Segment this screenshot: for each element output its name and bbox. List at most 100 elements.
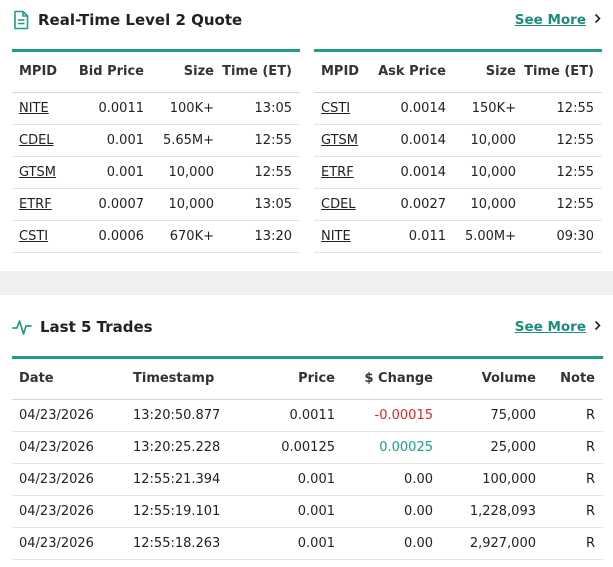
- table-row: 04/23/2026 12:55:19.101 0.001 0.00 1,228…: [12, 495, 603, 528]
- time-cell: 12:55: [524, 124, 602, 157]
- document-icon: [12, 10, 30, 30]
- trades-table: Date Timestamp Price $ Change Volume Not…: [12, 359, 603, 560]
- col-header-price: Price: [256, 359, 343, 400]
- date-cell: 04/23/2026: [12, 495, 126, 528]
- bid-table-wrapper: MPID Bid Price Size Time (ET) NITE 0.001…: [12, 49, 300, 253]
- table-row: 04/23/2026 13:20:25.228 0.00125 0.00025 …: [12, 431, 603, 464]
- size-cell: 5.65M+: [152, 124, 222, 157]
- ask-table: MPID Ask Price Size Time (ET) CSTI 0.001…: [314, 52, 602, 253]
- mpid-link[interactable]: ETRF: [321, 165, 354, 180]
- volume-cell: 25,000: [441, 431, 544, 464]
- table-row: ETRF 0.0007 10,000 13:05: [12, 188, 300, 221]
- date-cell: 04/23/2026: [12, 463, 126, 496]
- table-row: GTSM 0.001 10,000 12:55: [12, 156, 300, 189]
- bid-table-header: MPID Bid Price Size Time (ET): [12, 52, 300, 93]
- ask-price-cell: 0.0014: [374, 156, 454, 189]
- change-cell: 0.00: [343, 527, 441, 560]
- time-cell: 12:55: [524, 156, 602, 189]
- level2-header: Real-Time Level 2 Quote See More: [12, 8, 601, 32]
- timestamp-cell: 12:55:19.101: [126, 495, 256, 528]
- mpid-link[interactable]: CSTI: [321, 101, 350, 116]
- change-cell: -0.00015: [343, 399, 441, 432]
- volume-cell: 2,927,000: [441, 527, 544, 560]
- bid-table: MPID Bid Price Size Time (ET) NITE 0.001…: [12, 52, 300, 253]
- timestamp-cell: 12:55:18.263: [126, 527, 256, 560]
- note-cell: R: [544, 399, 603, 432]
- table-row: CDEL 0.001 5.65M+ 12:55: [12, 124, 300, 157]
- size-cell: 5.00M+: [454, 220, 524, 253]
- trades-table-header: Date Timestamp Price $ Change Volume Not…: [12, 359, 603, 400]
- mpid-link[interactable]: CDEL: [19, 133, 54, 148]
- time-cell: 12:55: [524, 92, 602, 125]
- volume-cell: 100,000: [441, 463, 544, 496]
- note-cell: R: [544, 527, 603, 560]
- table-row: NITE 0.011 5.00M+ 09:30: [314, 220, 602, 253]
- mpid-link[interactable]: ETRF: [19, 197, 52, 212]
- size-cell: 670K+: [152, 220, 222, 253]
- size-cell: 10,000: [152, 156, 222, 189]
- mpid-link[interactable]: CSTI: [19, 229, 48, 244]
- col-header-note: Note: [544, 359, 603, 400]
- mpid-link[interactable]: GTSM: [321, 133, 358, 148]
- level2-see-more-link[interactable]: See More: [515, 12, 601, 28]
- table-row: ETRF 0.0014 10,000 12:55: [314, 156, 602, 189]
- col-header-time: Time (ET): [524, 52, 602, 93]
- size-cell: 10,000: [454, 156, 524, 189]
- date-cell: 04/23/2026: [12, 399, 126, 432]
- time-cell: 12:55: [524, 188, 602, 221]
- price-cell: 0.0011: [256, 399, 343, 432]
- size-cell: 150K+: [454, 92, 524, 125]
- chevron-right-icon: [594, 13, 601, 28]
- col-header-size: Size: [454, 52, 524, 93]
- ask-table-wrapper: MPID Ask Price Size Time (ET) CSTI 0.001…: [314, 49, 602, 253]
- size-cell: 10,000: [454, 124, 524, 157]
- pulse-icon: [12, 318, 32, 336]
- ask-price-cell: 0.0014: [374, 92, 454, 125]
- col-header-ask-price: Ask Price: [374, 52, 454, 93]
- mpid-link[interactable]: NITE: [19, 101, 49, 116]
- trades-header: Last 5 Trades See More: [12, 315, 601, 339]
- table-row: 04/23/2026 13:20:50.877 0.0011 -0.00015 …: [12, 399, 603, 432]
- table-row: CSTI 0.0014 150K+ 12:55: [314, 92, 602, 125]
- change-cell: 0.00: [343, 495, 441, 528]
- trades-see-more-link[interactable]: See More: [515, 319, 601, 335]
- change-cell: 0.00025: [343, 431, 441, 464]
- timestamp-cell: 13:20:50.877: [126, 399, 256, 432]
- size-cell: 100K+: [152, 92, 222, 125]
- bid-price-cell: 0.0011: [72, 92, 152, 125]
- time-cell: 13:05: [222, 92, 300, 125]
- level2-title: Real-Time Level 2 Quote: [38, 11, 243, 29]
- bid-price-cell: 0.0006: [72, 220, 152, 253]
- level2-quote-section: Real-Time Level 2 Quote See More MPID Bi…: [0, 0, 613, 271]
- timestamp-cell: 12:55:21.394: [126, 463, 256, 496]
- price-cell: 0.00125: [256, 431, 343, 464]
- timestamp-cell: 13:20:25.228: [126, 431, 256, 464]
- col-header-bid-price: Bid Price: [72, 52, 152, 93]
- price-cell: 0.001: [256, 495, 343, 528]
- table-row: CDEL 0.0027 10,000 12:55: [314, 188, 602, 221]
- table-row: GTSM 0.0014 10,000 12:55: [314, 124, 602, 157]
- col-header-time: Time (ET): [222, 52, 300, 93]
- chevron-right-icon: [594, 320, 601, 335]
- mpid-link[interactable]: NITE: [321, 229, 351, 244]
- date-cell: 04/23/2026: [12, 527, 126, 560]
- mpid-link[interactable]: GTSM: [19, 165, 56, 180]
- bid-price-cell: 0.0007: [72, 188, 152, 221]
- volume-cell: 1,228,093: [441, 495, 544, 528]
- mpid-link[interactable]: CDEL: [321, 197, 356, 212]
- col-header-volume: Volume: [441, 359, 544, 400]
- table-row: NITE 0.0011 100K+ 13:05: [12, 92, 300, 125]
- ask-table-header: MPID Ask Price Size Time (ET): [314, 52, 602, 93]
- time-cell: 13:05: [222, 188, 300, 221]
- col-header-change: $ Change: [343, 359, 441, 400]
- volume-cell: 75,000: [441, 399, 544, 432]
- note-cell: R: [544, 431, 603, 464]
- time-cell: 09:30: [524, 220, 602, 253]
- ask-price-cell: 0.011: [374, 220, 454, 253]
- table-row: 04/23/2026 12:55:18.263 0.001 0.00 2,927…: [12, 527, 603, 560]
- trades-title: Last 5 Trades: [40, 318, 153, 336]
- note-cell: R: [544, 463, 603, 496]
- price-cell: 0.001: [256, 463, 343, 496]
- change-cell: 0.00: [343, 463, 441, 496]
- section-divider: [0, 271, 613, 295]
